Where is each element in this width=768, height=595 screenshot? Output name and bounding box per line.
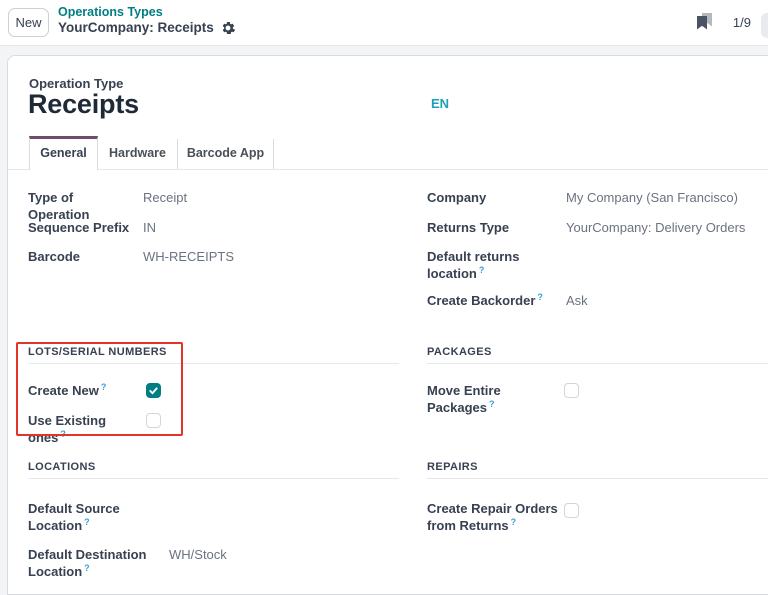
field-row-type-of-operation: Type of Operation Receipt — [28, 189, 418, 223]
field-label: Sequence Prefix — [28, 219, 136, 236]
bookmark-icon[interactable] — [696, 13, 716, 31]
field-value[interactable]: Receipt — [143, 189, 187, 223]
field-row-default-source-location: Default Source Location? — [28, 500, 418, 534]
pager-previous-button[interactable] — [761, 13, 768, 38]
field-row-company: Company My Company (San Francisco) — [427, 189, 768, 206]
help-icon[interactable]: ? — [60, 429, 66, 439]
field-value[interactable]: Ask — [566, 292, 588, 309]
tab-barcode-app[interactable]: Barcode App — [178, 139, 274, 169]
help-icon[interactable]: ? — [511, 517, 517, 527]
section-header-repairs: REPAIRS — [427, 461, 768, 479]
language-badge[interactable]: EN — [431, 96, 449, 111]
section-header-lots-serial-numbers: LOTS/SERIAL NUMBERS — [28, 346, 399, 364]
pager-count: 1/9 — [733, 15, 751, 30]
field-row-sequence-prefix: Sequence Prefix IN — [28, 219, 418, 236]
help-icon[interactable]: ? — [84, 563, 90, 573]
form-sheet: Operation Type Receipts EN General Hardw… — [7, 55, 768, 595]
field-value[interactable]: My Company (San Francisco) — [566, 189, 738, 206]
help-icon[interactable]: ? — [489, 399, 495, 409]
field-row-move-entire-packages: Move Entire Packages? — [427, 382, 768, 416]
field-label: Use Existing ones? — [28, 412, 136, 446]
field-row-create-repair-orders: Create Repair Orders from Returns? — [427, 500, 768, 534]
field-row-create-new: Create New? — [28, 382, 418, 399]
breadcrumb-current: YourCompany: Receipts — [58, 21, 214, 35]
notebook-tabs: General Hardware Barcode App — [29, 139, 274, 170]
breadcrumb-parent-link[interactable]: Operations Types — [58, 5, 235, 19]
field-label: Default returns location? — [427, 248, 559, 282]
field-label: Type of Operation — [28, 189, 136, 223]
tab-general[interactable]: General — [29, 136, 98, 170]
create-new-checkbox[interactable] — [146, 383, 161, 398]
move-entire-packages-checkbox[interactable] — [564, 383, 579, 398]
field-value[interactable]: YourCompany: Delivery Orders — [566, 219, 745, 236]
field-row-barcode: Barcode WH-RECEIPTS — [28, 248, 418, 265]
field-row-default-returns-location: Default returns location? — [427, 248, 768, 282]
gear-icon[interactable] — [221, 21, 235, 35]
field-row-create-backorder: Create Backorder? Ask — [427, 292, 768, 309]
field-label: Create New? — [28, 382, 136, 399]
help-icon[interactable]: ? — [479, 265, 485, 275]
field-label: Move Entire Packages? — [427, 382, 537, 416]
field-row-default-destination-location: Default Destination Location? WH/Stock — [28, 546, 418, 580]
field-label: Create Backorder? — [427, 292, 559, 309]
control-panel: New Operations Types YourCompany: Receip… — [0, 0, 768, 46]
field-value[interactable]: WH-RECEIPTS — [143, 248, 234, 265]
section-header-locations: LOCATIONS — [28, 461, 399, 479]
breadcrumb: Operations Types YourCompany: Receipts — [58, 5, 235, 35]
field-label: Default Source Location? — [28, 500, 162, 534]
section-header-packages: PACKAGES — [427, 346, 768, 364]
create-repair-orders-checkbox[interactable] — [564, 503, 579, 518]
use-existing-ones-checkbox[interactable] — [146, 413, 161, 428]
field-row-use-existing-ones: Use Existing ones? — [28, 412, 418, 446]
field-value[interactable]: IN — [143, 219, 156, 236]
help-icon[interactable]: ? — [537, 292, 543, 302]
field-row-returns-type: Returns Type YourCompany: Delivery Order… — [427, 219, 768, 236]
help-icon[interactable]: ? — [84, 517, 90, 527]
field-label: Create Repair Orders from Returns? — [427, 500, 559, 534]
tab-hardware[interactable]: Hardware — [98, 139, 178, 169]
help-icon[interactable]: ? — [101, 382, 107, 392]
field-label: Company — [427, 189, 559, 206]
field-label: Barcode — [28, 248, 136, 265]
field-label: Returns Type — [427, 219, 559, 236]
record-title[interactable]: Receipts — [28, 89, 139, 120]
field-value[interactable]: WH/Stock — [169, 546, 227, 580]
new-button[interactable]: New — [8, 8, 49, 37]
field-label: Default Destination Location? — [28, 546, 162, 580]
